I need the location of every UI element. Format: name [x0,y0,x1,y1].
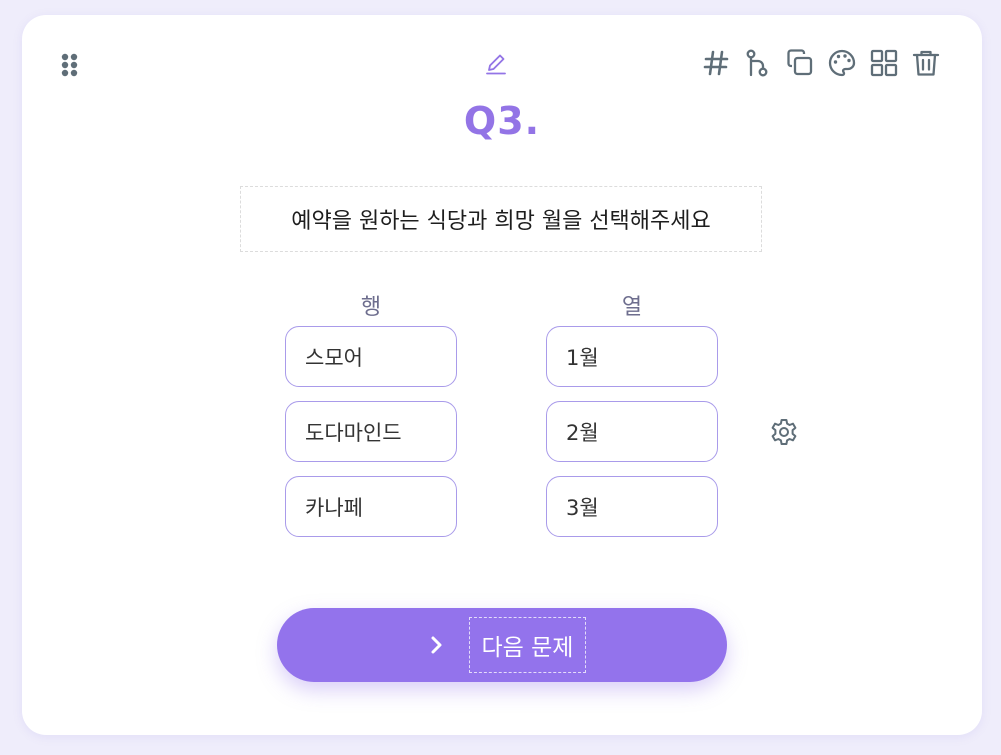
edit-pencil-icon[interactable] [484,51,510,77]
row-option-input[interactable]: 카나페 [285,476,457,537]
question-card: Q3. 예약을 원하는 식당과 희망 월을 선택해주세요 행 열 스모어 도다마… [22,15,982,735]
question-toolbar [698,45,943,81]
branch-icon[interactable] [740,46,775,81]
grid-icon[interactable] [866,46,901,81]
copy-icon[interactable] [782,46,817,81]
question-text[interactable]: 예약을 원하는 식당과 희망 월을 선택해주세요 [240,186,762,252]
settings-gear-icon[interactable] [769,417,799,447]
trash-icon[interactable] [908,46,943,81]
question-number: Q3. [463,99,541,143]
column-header: 열 [621,295,643,320]
column-option-input[interactable]: 2월 [546,401,718,462]
palette-icon[interactable] [824,46,859,81]
next-question-label: 다음 문제 [469,617,586,673]
chevron-right-icon [425,634,447,656]
row-option-input[interactable]: 도다마인드 [285,401,457,462]
drag-handle-icon[interactable] [60,52,80,78]
row-header: 행 [360,295,382,320]
column-option-input[interactable]: 1월 [546,326,718,387]
next-question-button[interactable]: 다음 문제 [277,608,727,682]
hash-icon[interactable] [698,46,733,81]
row-option-input[interactable]: 스모어 [285,326,457,387]
column-option-input[interactable]: 3월 [546,476,718,537]
